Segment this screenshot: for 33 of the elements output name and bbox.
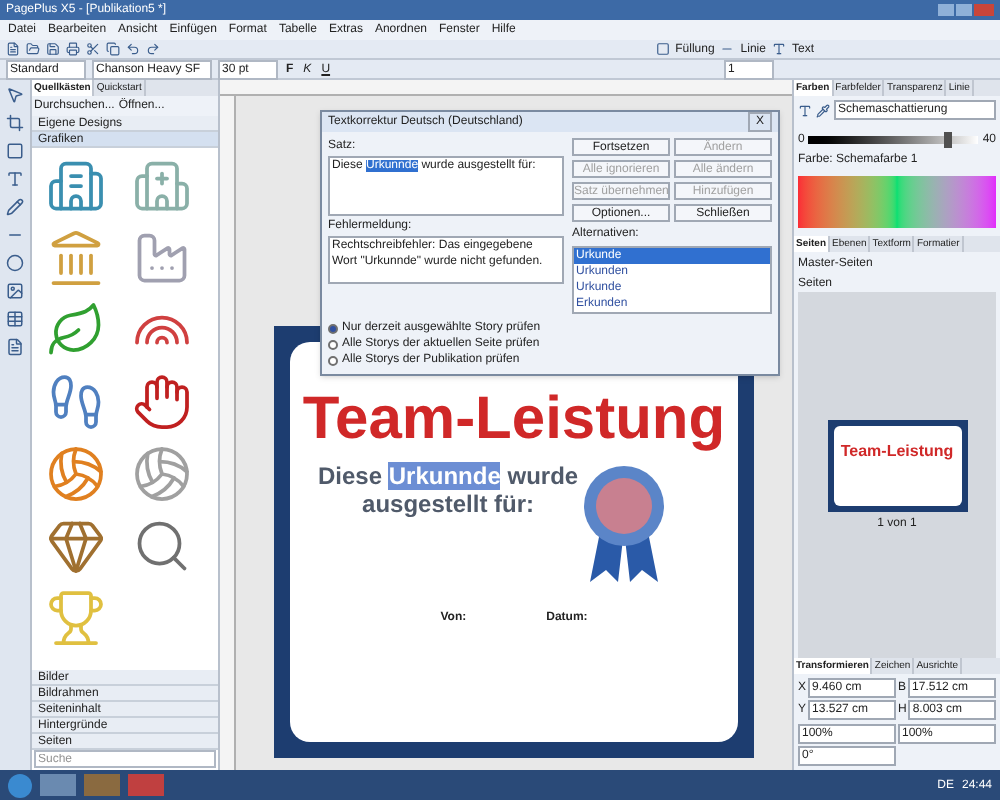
certificate-text: ausgestellt für:	[362, 490, 535, 518]
copy-icon[interactable]	[106, 42, 120, 56]
page-icon[interactable]	[6, 338, 24, 356]
slider-thumb[interactable]	[944, 132, 953, 148]
page-thumbnail[interactable]: Team-Leistung	[827, 419, 967, 511]
text-icon[interactable]	[771, 42, 786, 56]
redo-icon[interactable]	[146, 42, 160, 56]
fill-icon[interactable]	[655, 42, 670, 56]
certificate-text: Diese Urkunnde wurde	[318, 462, 579, 490]
undo-icon[interactable]	[126, 42, 140, 56]
shape-icon[interactable]	[6, 254, 24, 272]
rectangle-icon[interactable]	[6, 142, 24, 160]
start-button[interactable]	[8, 773, 32, 797]
picture-icon[interactable]	[6, 282, 24, 300]
pointer-icon[interactable]	[6, 86, 24, 104]
eyedropper-icon[interactable]	[816, 103, 830, 117]
text-color-icon[interactable]	[798, 103, 812, 117]
radio-button[interactable]	[328, 323, 338, 333]
window-controls-icon[interactable]	[938, 4, 994, 16]
color-spectrum[interactable]	[798, 176, 996, 228]
new-file-icon[interactable]	[6, 42, 20, 56]
cut-icon[interactable]	[86, 42, 100, 56]
radio-button[interactable]	[328, 355, 338, 365]
folder-icon[interactable]	[26, 42, 40, 56]
pencil-icon[interactable]	[6, 198, 24, 216]
table-icon[interactable]	[6, 310, 24, 328]
save-icon[interactable]	[46, 42, 60, 56]
thumbnail-title: Team-Leistung	[840, 441, 954, 464]
text-tool-icon[interactable]	[6, 170, 24, 188]
crop-icon[interactable]	[6, 114, 24, 132]
radio-button[interactable]	[328, 339, 338, 349]
certificate-title: Team-Leistung	[302, 386, 726, 454]
print-icon[interactable]	[66, 42, 80, 56]
